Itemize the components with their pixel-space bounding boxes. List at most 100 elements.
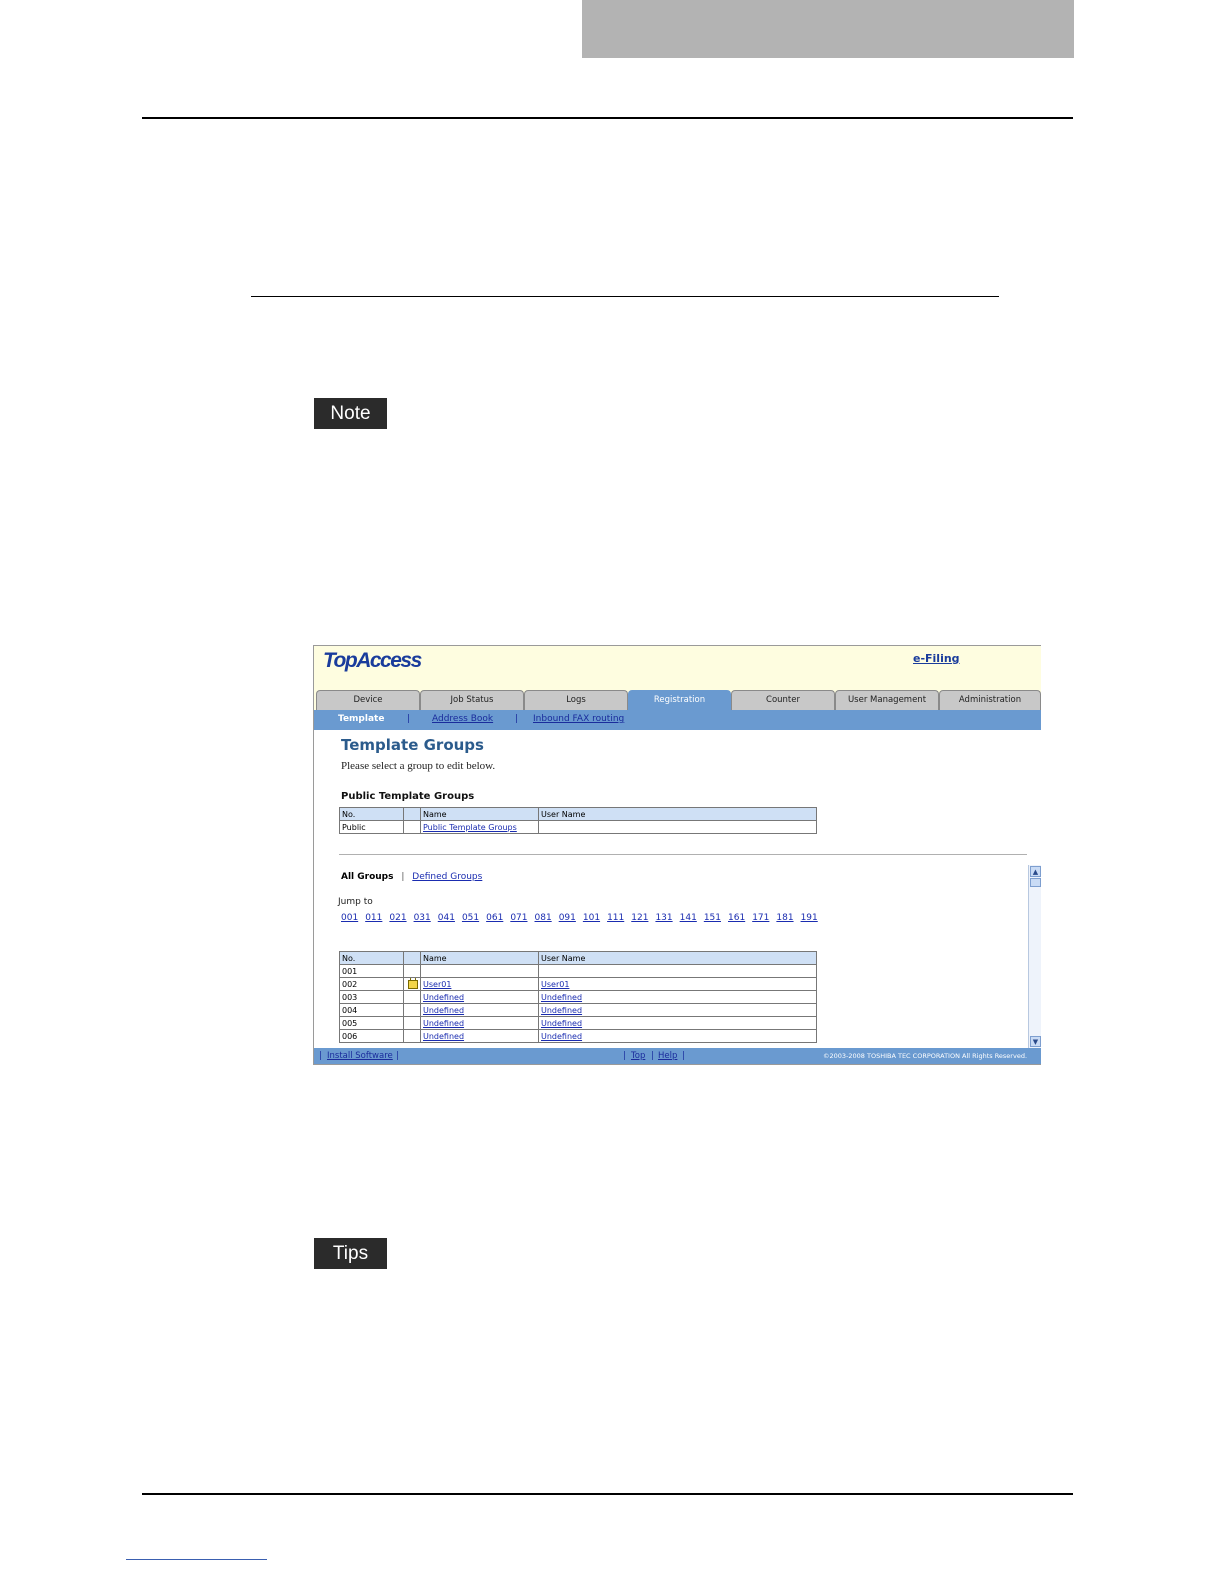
jump-link[interactable]: 141 [680, 913, 697, 923]
jump-link[interactable]: 071 [510, 913, 527, 923]
column-header: User Name [538, 807, 817, 821]
footer-separator: | [682, 1051, 685, 1061]
subnav-address-book[interactable]: Address Book [432, 714, 493, 724]
footer-separator: | [651, 1051, 654, 1061]
jump-links: 001 011 021 031 041 051 061 071 081 091 101 111 121 1… [341, 913, 825, 923]
group-name-link[interactable]: User01 [423, 980, 451, 989]
row-name: Public Template Groups [420, 820, 539, 834]
vertical-scrollbar[interactable]: ▲ ▼ [1028, 865, 1041, 1048]
efiling-link[interactable]: e-Filing [913, 652, 960, 665]
table-row[interactable]: 003 Undefined Undefined [339, 990, 817, 1004]
row-user: Undefined [538, 990, 817, 1004]
table-row[interactable]: 005 Undefined Undefined [339, 1016, 817, 1030]
section-divider [339, 854, 1027, 855]
row-lock-cell [403, 1016, 421, 1030]
jump-link[interactable]: 021 [389, 913, 406, 923]
tab-logs[interactable]: Logs [524, 690, 628, 710]
group-name-link[interactable]: Undefined [423, 1006, 464, 1015]
tab-user-management[interactable]: User Management [835, 690, 939, 710]
top-link[interactable]: Top [631, 1051, 645, 1061]
group-user-link[interactable]: Undefined [541, 993, 582, 1002]
group-user-link[interactable]: User01 [541, 980, 569, 989]
scroll-down-icon[interactable]: ▼ [1030, 1036, 1041, 1047]
row-lock-cell [403, 1003, 421, 1017]
main-tabs: Device Job Status Logs Registration Coun… [314, 690, 1041, 710]
subnav-separator: | [407, 714, 411, 724]
footer-separator: | [623, 1051, 626, 1061]
jump-link[interactable]: 001 [341, 913, 358, 923]
group-name-link[interactable]: Undefined [423, 1019, 464, 1028]
column-header: Name [420, 807, 539, 821]
public-groups-table: No. Name User Name Public Public Templat… [339, 807, 817, 834]
jump-link[interactable]: 161 [728, 913, 745, 923]
row-no: 006 [339, 1029, 404, 1043]
jump-link[interactable]: 081 [535, 913, 552, 923]
filter-all-groups[interactable]: All Groups [341, 872, 393, 882]
row-user [538, 820, 817, 834]
group-name-link[interactable]: Undefined [423, 993, 464, 1002]
group-name-link[interactable]: Undefined [423, 1032, 464, 1041]
jump-link[interactable]: 111 [607, 913, 624, 923]
row-name: Undefined [420, 1016, 539, 1030]
column-header [403, 807, 421, 821]
tab-job-status[interactable]: Job Status [420, 690, 524, 710]
group-user-link[interactable]: Undefined [541, 1019, 582, 1028]
row-lock-cell [403, 990, 421, 1004]
row-name: Undefined [420, 1029, 539, 1043]
jump-link[interactable]: 181 [776, 913, 793, 923]
public-section-title: Public Template Groups [341, 791, 475, 802]
help-link[interactable]: Help [658, 1051, 677, 1061]
header-gray-band [582, 0, 1074, 58]
jump-link[interactable]: 041 [438, 913, 455, 923]
install-software-link[interactable]: Install Software [327, 1051, 393, 1061]
row-no: 001 [339, 964, 404, 978]
table-row[interactable]: 001 [339, 964, 817, 978]
row-name: Undefined [420, 1003, 539, 1017]
sub-navigation: Template | Address Book | Inbound FAX ro… [314, 710, 1041, 730]
tab-device[interactable]: Device [316, 690, 420, 710]
row-name [420, 964, 539, 978]
group-user-link[interactable]: Undefined [541, 1006, 582, 1015]
topaccess-logo: TopAccess [323, 649, 422, 672]
jump-link[interactable]: 171 [752, 913, 769, 923]
tab-counter[interactable]: Counter [731, 690, 835, 710]
table-row[interactable]: 006 Undefined Undefined [339, 1029, 817, 1043]
table-header-row: No. Name User Name [339, 951, 817, 965]
row-no: 004 [339, 1003, 404, 1017]
jump-link[interactable]: 031 [414, 913, 431, 923]
groups-table: No. Name User Name 001 002 User01 User01… [339, 951, 817, 1043]
jump-link[interactable]: 121 [631, 913, 648, 923]
filter-defined-groups[interactable]: Defined Groups [412, 872, 482, 882]
row-no: 005 [339, 1016, 404, 1030]
column-header [403, 951, 421, 965]
subnav-template[interactable]: Template [338, 714, 384, 724]
app-header: TopAccess e-Filing [314, 646, 1041, 690]
jump-link[interactable]: 151 [704, 913, 721, 923]
row-no: 003 [339, 990, 404, 1004]
group-user-link[interactable]: Undefined [541, 1032, 582, 1041]
footer-short-rule [126, 1559, 267, 1560]
jump-link[interactable]: 051 [462, 913, 479, 923]
column-header: Name [420, 951, 539, 965]
public-template-groups-link[interactable]: Public Template Groups [423, 823, 517, 832]
app-footer: | Install Software | | Top | Help | ©200… [314, 1048, 1041, 1064]
tab-administration[interactable]: Administration [939, 690, 1041, 710]
tab-registration[interactable]: Registration [628, 690, 731, 710]
jump-link[interactable]: 061 [486, 913, 503, 923]
subnav-inbound-fax-routing[interactable]: Inbound FAX routing [533, 714, 624, 724]
subnav-separator: | [515, 714, 519, 724]
scroll-thumb[interactable] [1030, 878, 1041, 887]
jump-link[interactable]: 191 [801, 913, 818, 923]
row-user [538, 964, 817, 978]
column-header: No. [339, 951, 404, 965]
note-label: Note [314, 398, 387, 429]
scroll-up-icon[interactable]: ▲ [1030, 866, 1041, 877]
table-row[interactable]: 004 Undefined Undefined [339, 1003, 817, 1017]
jump-link[interactable]: 091 [559, 913, 576, 923]
table-header-row: No. Name User Name [339, 807, 817, 821]
jump-link[interactable]: 011 [365, 913, 382, 923]
row-lock-cell [403, 964, 421, 978]
jump-link[interactable]: 131 [655, 913, 672, 923]
table-row[interactable]: 002 User01 User01 [339, 977, 817, 991]
jump-link[interactable]: 101 [583, 913, 600, 923]
